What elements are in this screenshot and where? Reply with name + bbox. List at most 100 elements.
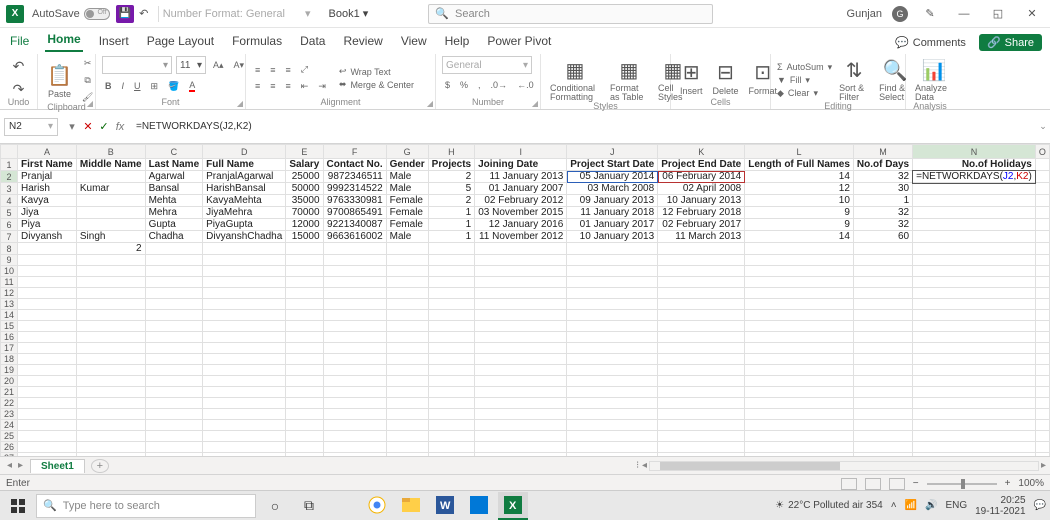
cell[interactable] (203, 365, 286, 376)
cell[interactable] (913, 207, 1036, 219)
autosave-toggle[interactable]: AutoSave Off (32, 8, 110, 20)
cell[interactable] (203, 310, 286, 321)
cell[interactable] (658, 343, 745, 354)
cell[interactable] (1035, 207, 1049, 219)
cell[interactable]: Chadha (145, 231, 203, 243)
cell[interactable] (1035, 354, 1049, 365)
cell[interactable]: 10 January 2013 (567, 231, 658, 243)
enter-formula-button[interactable]: ✓ (96, 120, 112, 133)
cell[interactable] (145, 387, 203, 398)
underline-button[interactable]: U (131, 79, 144, 93)
cell[interactable] (323, 255, 386, 266)
cell[interactable] (386, 321, 428, 332)
cell[interactable]: Contact No. (323, 159, 386, 171)
cell[interactable] (658, 420, 745, 431)
cell[interactable] (853, 332, 912, 343)
cell[interactable] (386, 299, 428, 310)
cell[interactable] (386, 332, 428, 343)
font-family-combo[interactable]: ▾ (102, 56, 172, 74)
zoom-out-button[interactable]: − (913, 478, 919, 489)
cell[interactable] (18, 288, 77, 299)
cell[interactable] (428, 266, 474, 277)
cell[interactable]: Male (386, 171, 428, 183)
cell[interactable] (203, 266, 286, 277)
cell[interactable] (203, 376, 286, 387)
save-button[interactable]: 💾 (116, 5, 134, 23)
cell[interactable] (475, 387, 567, 398)
align-top-button[interactable]: ≡ (252, 63, 263, 77)
tab-view[interactable]: View (399, 32, 429, 52)
tab-file[interactable]: File (8, 32, 31, 52)
cell[interactable] (18, 420, 77, 431)
cell[interactable] (853, 299, 912, 310)
cell[interactable] (323, 299, 386, 310)
cell[interactable] (286, 255, 323, 266)
cell[interactable] (745, 409, 854, 420)
cell[interactable]: No.of Holidays (913, 159, 1036, 171)
cell[interactable] (386, 431, 428, 442)
cell[interactable]: 02 February 2012 (475, 195, 567, 207)
store-app-icon[interactable] (464, 492, 494, 520)
cell[interactable]: 30 (853, 183, 912, 195)
col-header-J[interactable]: J (567, 145, 658, 159)
tab-power-pivot[interactable]: Power Pivot (485, 32, 553, 52)
cell[interactable]: 10 (745, 195, 854, 207)
cell[interactable]: 32 (853, 171, 912, 183)
start-button[interactable] (4, 492, 32, 520)
cell[interactable] (286, 420, 323, 431)
cell[interactable] (1035, 431, 1049, 442)
cell[interactable] (567, 365, 658, 376)
cell[interactable] (567, 255, 658, 266)
col-header-E[interactable]: E (286, 145, 323, 159)
font-color-button[interactable]: A (186, 78, 198, 94)
cell[interactable]: First Name (18, 159, 77, 171)
sheet-nav-next-button[interactable]: ▸ (18, 460, 23, 471)
cell[interactable] (76, 321, 145, 332)
cell[interactable] (386, 365, 428, 376)
tab-review[interactable]: Review (341, 32, 384, 52)
cell[interactable] (323, 387, 386, 398)
cell[interactable] (567, 243, 658, 255)
orientation-button[interactable]: ⤢ (298, 62, 311, 77)
cell[interactable] (567, 420, 658, 431)
increase-font-button[interactable]: A▴ (210, 58, 227, 73)
cell[interactable] (745, 354, 854, 365)
cell[interactable] (658, 243, 745, 255)
row-header[interactable]: 9 (1, 255, 18, 266)
cell[interactable] (745, 321, 854, 332)
language-indicator[interactable]: ENG (945, 500, 967, 511)
cell[interactable] (323, 321, 386, 332)
cell[interactable] (658, 453, 745, 457)
cell[interactable] (658, 376, 745, 387)
cell[interactable] (567, 376, 658, 387)
pen-icon[interactable]: ✎ (918, 2, 942, 26)
cell[interactable]: 32 (853, 207, 912, 219)
cell[interactable] (323, 243, 386, 255)
cell[interactable] (475, 409, 567, 420)
col-header-O[interactable]: O (1035, 145, 1049, 159)
cell[interactable] (1035, 171, 1049, 183)
cell[interactable] (203, 398, 286, 409)
cell[interactable]: 32 (853, 219, 912, 231)
cell[interactable] (145, 321, 203, 332)
cell[interactable]: Male (386, 231, 428, 243)
clock-time[interactable]: 20:25 (975, 495, 1025, 506)
cell[interactable] (853, 365, 912, 376)
cell[interactable] (853, 243, 912, 255)
cell[interactable] (745, 310, 854, 321)
cell[interactable] (913, 354, 1036, 365)
cell[interactable]: PranjalAgarwal (203, 171, 286, 183)
cell[interactable] (203, 442, 286, 453)
cell[interactable] (913, 183, 1036, 195)
cell[interactable] (745, 288, 854, 299)
col-header-K[interactable]: K (658, 145, 745, 159)
dialog-launcher-icon[interactable]: ◢ (532, 99, 538, 108)
cell[interactable] (76, 299, 145, 310)
cell[interactable] (286, 409, 323, 420)
cell[interactable] (386, 288, 428, 299)
cell[interactable]: Bansal (145, 183, 203, 195)
cell[interactable] (745, 299, 854, 310)
cell[interactable] (658, 398, 745, 409)
normal-view-button[interactable] (841, 478, 857, 490)
cell[interactable] (76, 453, 145, 457)
